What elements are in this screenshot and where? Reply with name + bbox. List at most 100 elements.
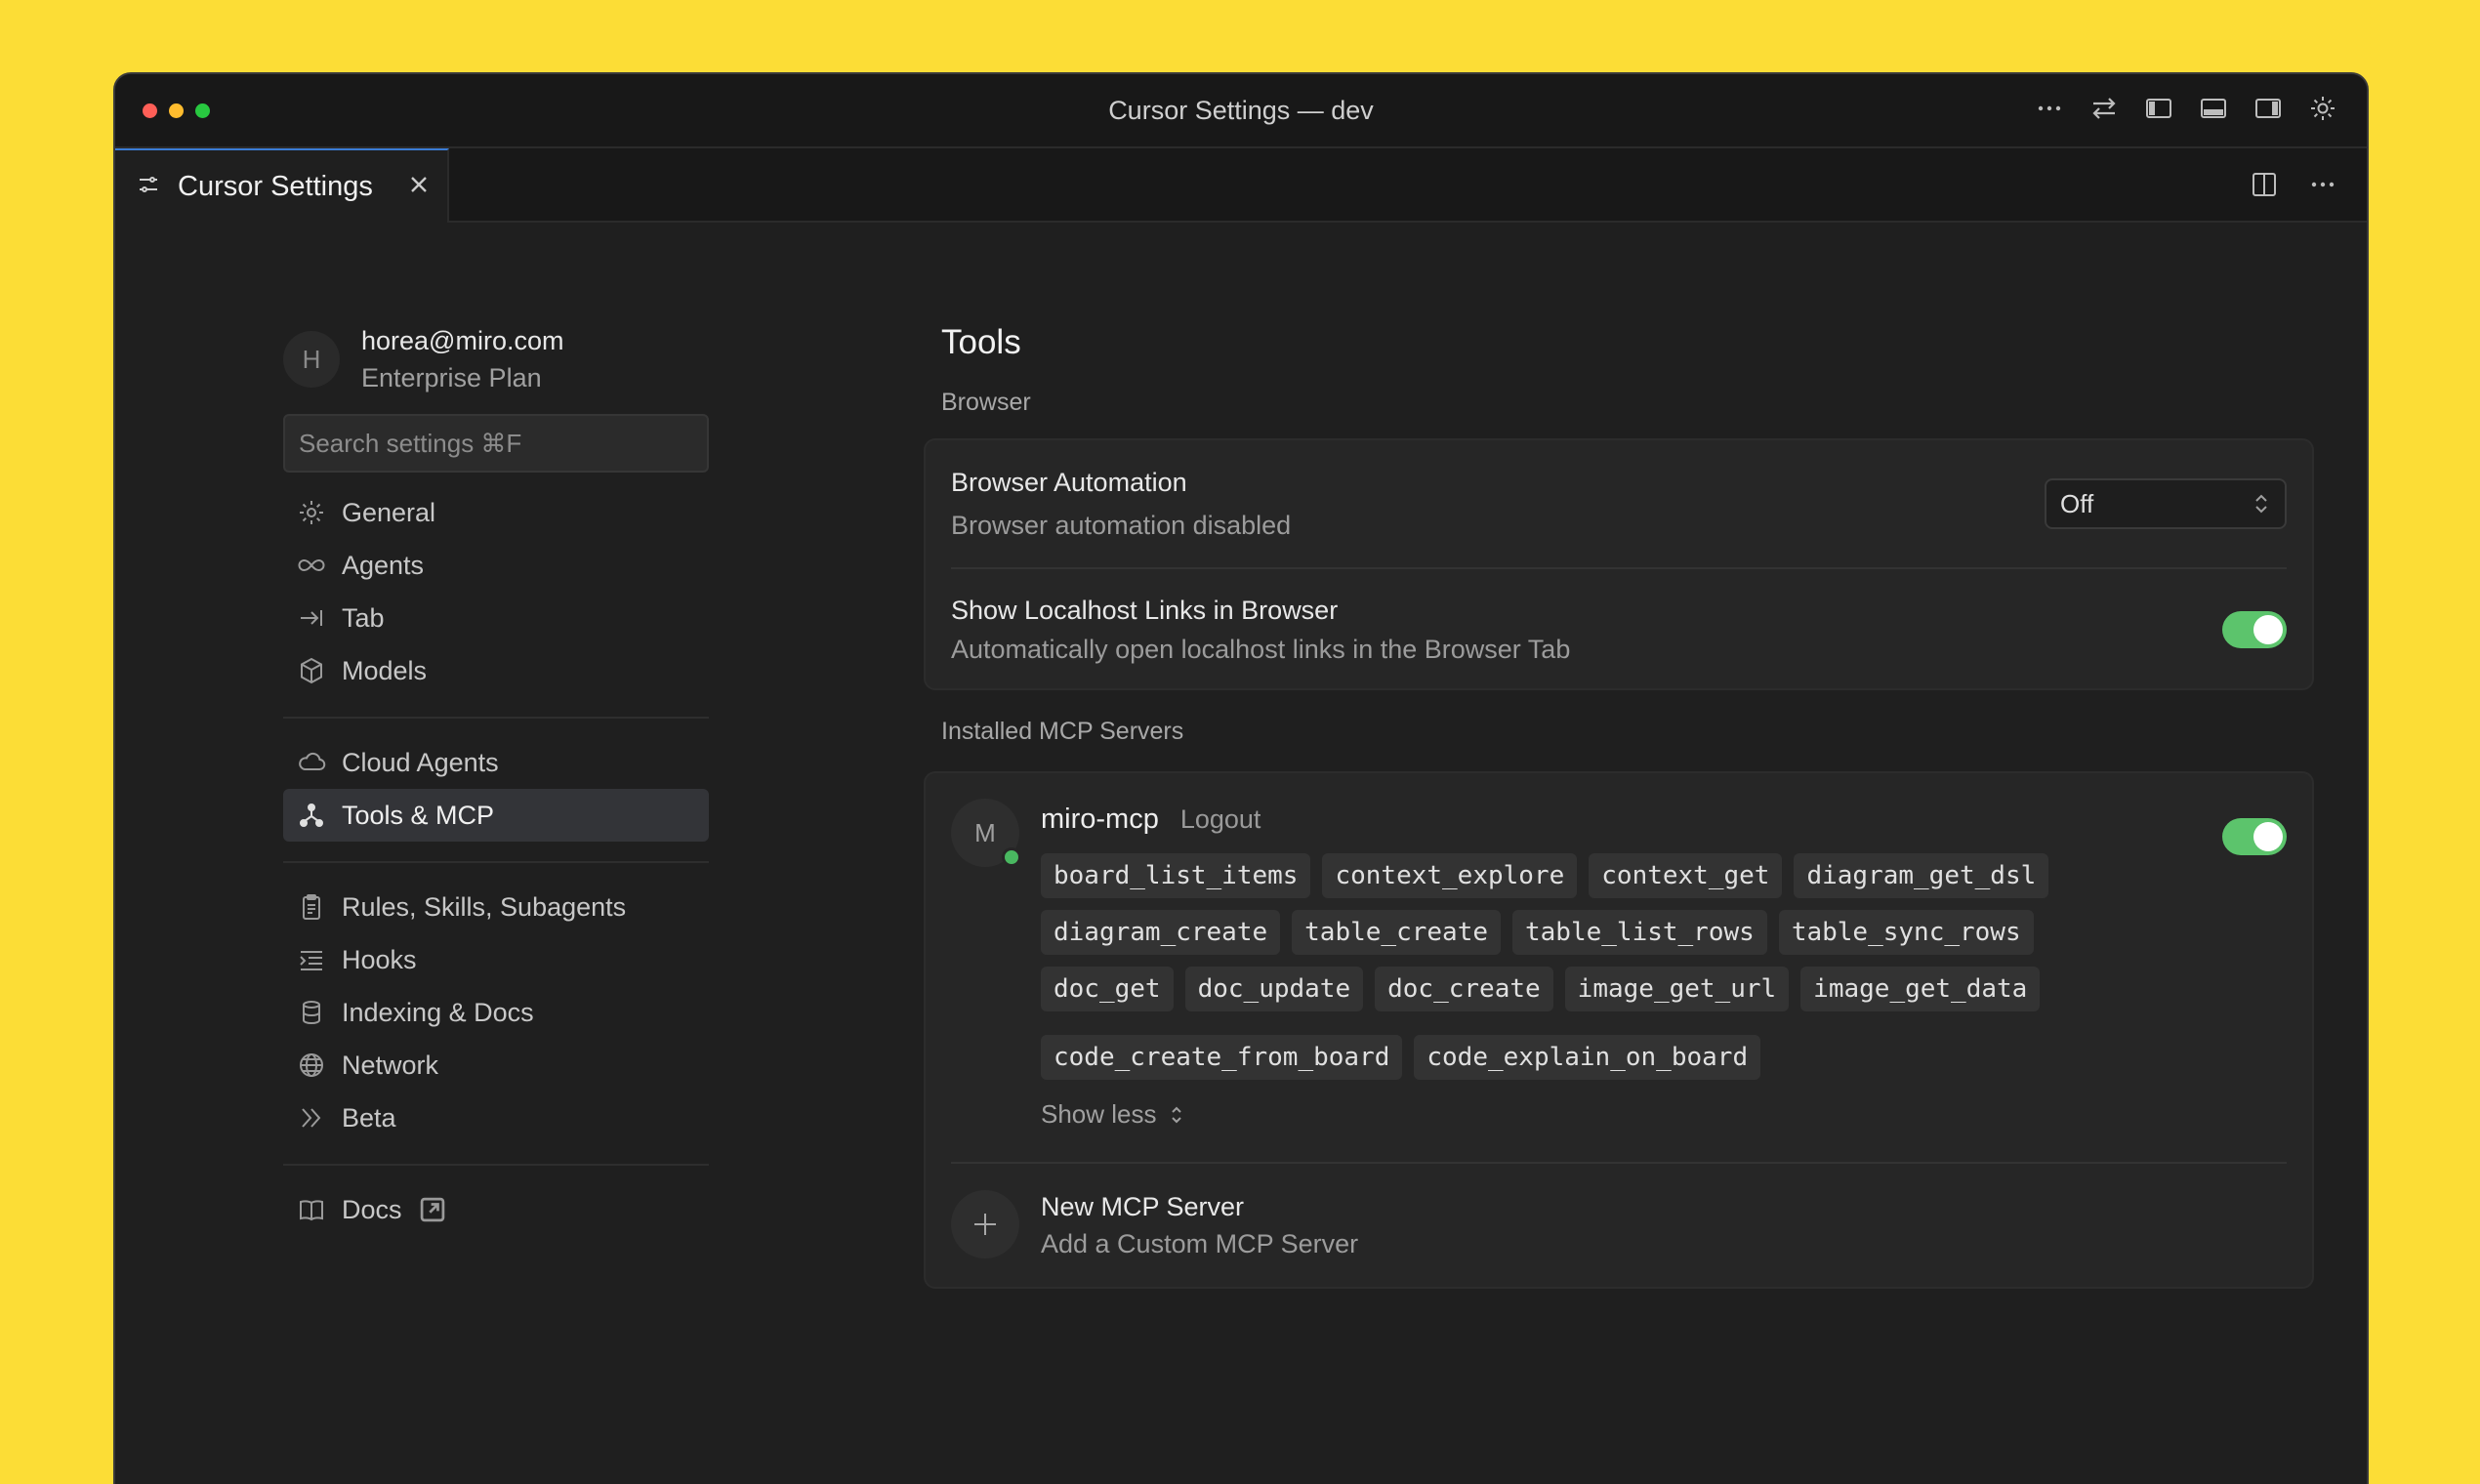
sliders-icon xyxy=(137,173,160,201)
mcp-server-avatar: M xyxy=(951,799,1019,867)
toggle-left-panel-icon[interactable] xyxy=(2142,92,2175,125)
tool-chips-secondary: code_create_from_board code_explain_on_bo… xyxy=(1041,1035,2115,1080)
new-mcp-server-title: New MCP Server xyxy=(1041,1187,1358,1226)
sidebar-item-label: Agents xyxy=(342,551,424,581)
cube-icon xyxy=(297,656,326,685)
chevron-up-down-icon xyxy=(2252,490,2271,517)
toggle-bottom-panel-icon[interactable] xyxy=(2197,92,2230,125)
tab-actions xyxy=(2248,168,2339,201)
sidebar-item-label: Tab xyxy=(342,603,385,634)
tool-chip[interactable]: context_get xyxy=(1589,853,1782,898)
tool-chip[interactable]: diagram_create xyxy=(1041,910,1280,955)
external-link-icon xyxy=(418,1195,447,1224)
chevron-up-down-icon xyxy=(1169,1103,1184,1127)
nav-group-agents: Cloud Agents Tools & MCP xyxy=(283,736,709,842)
localhost-links-subtitle: Automatically open localhost links in th… xyxy=(951,630,1570,669)
gear-icon[interactable] xyxy=(2306,92,2339,125)
avatar: H xyxy=(283,331,340,388)
sidebar-divider xyxy=(283,1164,709,1166)
page-title: Tools xyxy=(941,318,2314,367)
double-chevron-icon xyxy=(297,1103,326,1133)
sidebar-item-label: Tools & MCP xyxy=(342,801,494,831)
tool-chip[interactable]: image_get_url xyxy=(1565,967,1790,1011)
sidebar-item-beta[interactable]: Beta xyxy=(283,1092,709,1144)
network-nodes-icon xyxy=(297,801,326,830)
nav-group-main: General Agents Tab Models xyxy=(283,486,709,697)
row-divider xyxy=(951,1162,2287,1164)
account-plan: Enterprise Plan xyxy=(361,359,563,396)
tool-chip[interactable]: doc_update xyxy=(1185,967,1364,1011)
browser-automation-row: Browser Automation Browser automation di… xyxy=(926,440,2312,567)
settings-main: Tools Browser Browser Automation Browser… xyxy=(924,318,2314,1289)
sidebar-item-indexing-docs[interactable]: Indexing & Docs xyxy=(283,986,709,1039)
sidebar-item-label: Models xyxy=(342,656,427,686)
tool-chip[interactable]: table_list_rows xyxy=(1512,910,1767,955)
sidebar-item-label: Hooks xyxy=(342,945,417,975)
sidebar-item-network[interactable]: Network xyxy=(283,1039,709,1092)
tool-chip[interactable]: doc_create xyxy=(1375,967,1553,1011)
tool-chip[interactable]: board_list_items xyxy=(1041,853,1310,898)
split-editor-icon[interactable] xyxy=(2248,168,2281,201)
sidebar-item-tools-mcp[interactable]: Tools & MCP xyxy=(283,789,709,842)
browser-automation-select[interactable]: Off xyxy=(2045,478,2287,529)
window-title: Cursor Settings — dev xyxy=(115,96,2367,126)
status-online-dot xyxy=(1002,847,1021,867)
more-icon[interactable] xyxy=(2306,168,2339,201)
sidebar-item-label: Beta xyxy=(342,1103,396,1134)
show-less-button[interactable]: Show less xyxy=(1041,1099,2115,1130)
tool-chip[interactable]: context_explore xyxy=(1322,853,1577,898)
mcp-server-name: miro-mcp xyxy=(1041,804,1159,836)
sidebar-item-cloud-agents[interactable]: Cloud Agents xyxy=(283,736,709,789)
sidebar-item-label: Docs xyxy=(342,1195,402,1225)
sidebar-item-docs[interactable]: Docs xyxy=(283,1183,709,1236)
tool-chip[interactable]: image_get_data xyxy=(1800,967,2040,1011)
browser-automation-title: Browser Automation xyxy=(951,463,1291,502)
search-box xyxy=(283,414,709,473)
tool-chip[interactable]: table_sync_rows xyxy=(1779,910,2034,955)
sidebar-item-models[interactable]: Models xyxy=(283,644,709,697)
sidebar-item-tab[interactable]: Tab xyxy=(283,592,709,644)
mcp-servers-card: M miro-mcp Logout board_list_items contex… xyxy=(924,771,2314,1289)
tool-chip[interactable]: code_create_from_board xyxy=(1041,1035,1402,1080)
sidebar-item-label: Cloud Agents xyxy=(342,748,499,778)
mcp-server-header: miro-mcp Logout xyxy=(1041,799,1261,840)
tab-label: Cursor Settings xyxy=(178,171,373,203)
new-mcp-server-subtitle: Add a Custom MCP Server xyxy=(1041,1226,1358,1261)
tool-chips-primary: board_list_items context_explore context_g… xyxy=(1041,853,2115,1011)
search-input[interactable] xyxy=(299,429,693,459)
logout-link[interactable]: Logout xyxy=(1180,804,1261,835)
tool-chip[interactable]: doc_get xyxy=(1041,967,1174,1011)
infinity-icon xyxy=(297,551,326,580)
tab-cursor-settings[interactable]: Cursor Settings xyxy=(115,148,449,223)
settings-sidebar: H horea@miro.com Enterprise Plan General… xyxy=(283,318,709,1236)
new-mcp-server-row[interactable]: New MCP Server Add a Custom MCP Server xyxy=(951,1187,1358,1261)
sidebar-item-rules[interactable]: Rules, Skills, Subagents xyxy=(283,881,709,933)
sidebar-item-label: General xyxy=(342,498,435,528)
tool-chip[interactable]: code_explain_on_board xyxy=(1414,1035,1760,1080)
settings-window: Cursor Settings — dev xyxy=(113,72,2369,1484)
tool-chip[interactable]: diagram_get_dsl xyxy=(1794,853,2048,898)
sidebar-item-hooks[interactable]: Hooks xyxy=(283,933,709,986)
more-icon[interactable] xyxy=(2033,92,2066,125)
title-bar: Cursor Settings — dev xyxy=(115,74,2367,148)
book-icon xyxy=(297,1195,326,1224)
localhost-links-title: Show Localhost Links in Browser xyxy=(951,591,1570,630)
mcp-tools-list: board_list_items context_explore context_g… xyxy=(1041,853,2115,1130)
mcp-server-toggle[interactable] xyxy=(2222,818,2287,855)
browser-automation-subtitle: Browser automation disabled xyxy=(951,506,1291,545)
sidebar-item-label: Indexing & Docs xyxy=(342,998,534,1028)
close-icon[interactable] xyxy=(408,174,430,200)
toggle-right-panel-icon[interactable] xyxy=(2252,92,2285,125)
clipboard-icon xyxy=(297,892,326,922)
gear-icon xyxy=(297,498,326,527)
show-less-label: Show less xyxy=(1041,1099,1157,1130)
tool-chip[interactable]: table_create xyxy=(1292,910,1501,955)
swap-arrows-icon[interactable] xyxy=(2087,92,2121,125)
sidebar-item-label: Rules, Skills, Subagents xyxy=(342,892,626,923)
sidebar-item-general[interactable]: General xyxy=(283,486,709,539)
localhost-links-toggle[interactable] xyxy=(2222,611,2287,648)
sidebar-item-agents[interactable]: Agents xyxy=(283,539,709,592)
avatar-letter: M xyxy=(974,818,996,848)
arrow-to-right-icon xyxy=(297,603,326,633)
title-actions xyxy=(2033,92,2339,125)
